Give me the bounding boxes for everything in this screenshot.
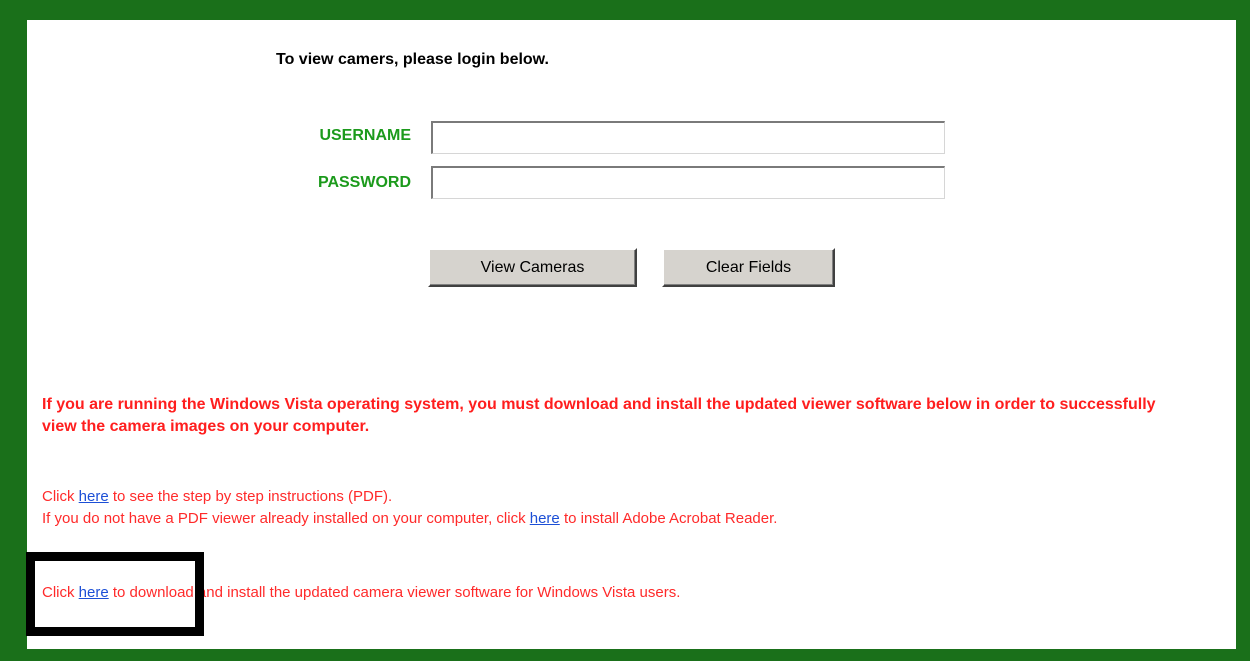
username-label: USERNAME: [319, 127, 411, 144]
acrobat-reader-link[interactable]: here: [530, 510, 560, 527]
instructions-text-post: to see the step by step instructions (PD…: [108, 488, 393, 505]
instructions-line-1: Click here to see the step by step instr…: [42, 486, 392, 508]
username-field[interactable]: [431, 121, 945, 154]
download-text-post: to download and install the updated came…: [108, 584, 681, 601]
instructions-line-2: If you do not have a PDF viewer already …: [42, 508, 777, 530]
instructions-pdf-link[interactable]: here: [79, 488, 109, 505]
login-intro-text: To view camers, please login below.: [276, 51, 549, 68]
download-viewer-link[interactable]: here: [79, 584, 109, 601]
download-line: Click here to download and install the u…: [42, 582, 680, 604]
vista-warning-text: If you are running the Windows Vista ope…: [42, 396, 1156, 435]
password-label: PASSWORD: [317, 174, 411, 191]
acrobat-text-pre: If you do not have a PDF viewer already …: [42, 510, 530, 527]
acrobat-text-post: to install Adobe Acrobat Reader.: [559, 510, 778, 527]
password-field[interactable]: [431, 166, 945, 199]
view-cameras-button[interactable]: View Cameras: [428, 248, 637, 287]
page-frame: [0, 0, 1250, 661]
instructions-text-pre: Click: [42, 488, 79, 505]
clear-fields-button[interactable]: Clear Fields: [662, 248, 835, 287]
download-text-pre: Click: [42, 584, 79, 601]
